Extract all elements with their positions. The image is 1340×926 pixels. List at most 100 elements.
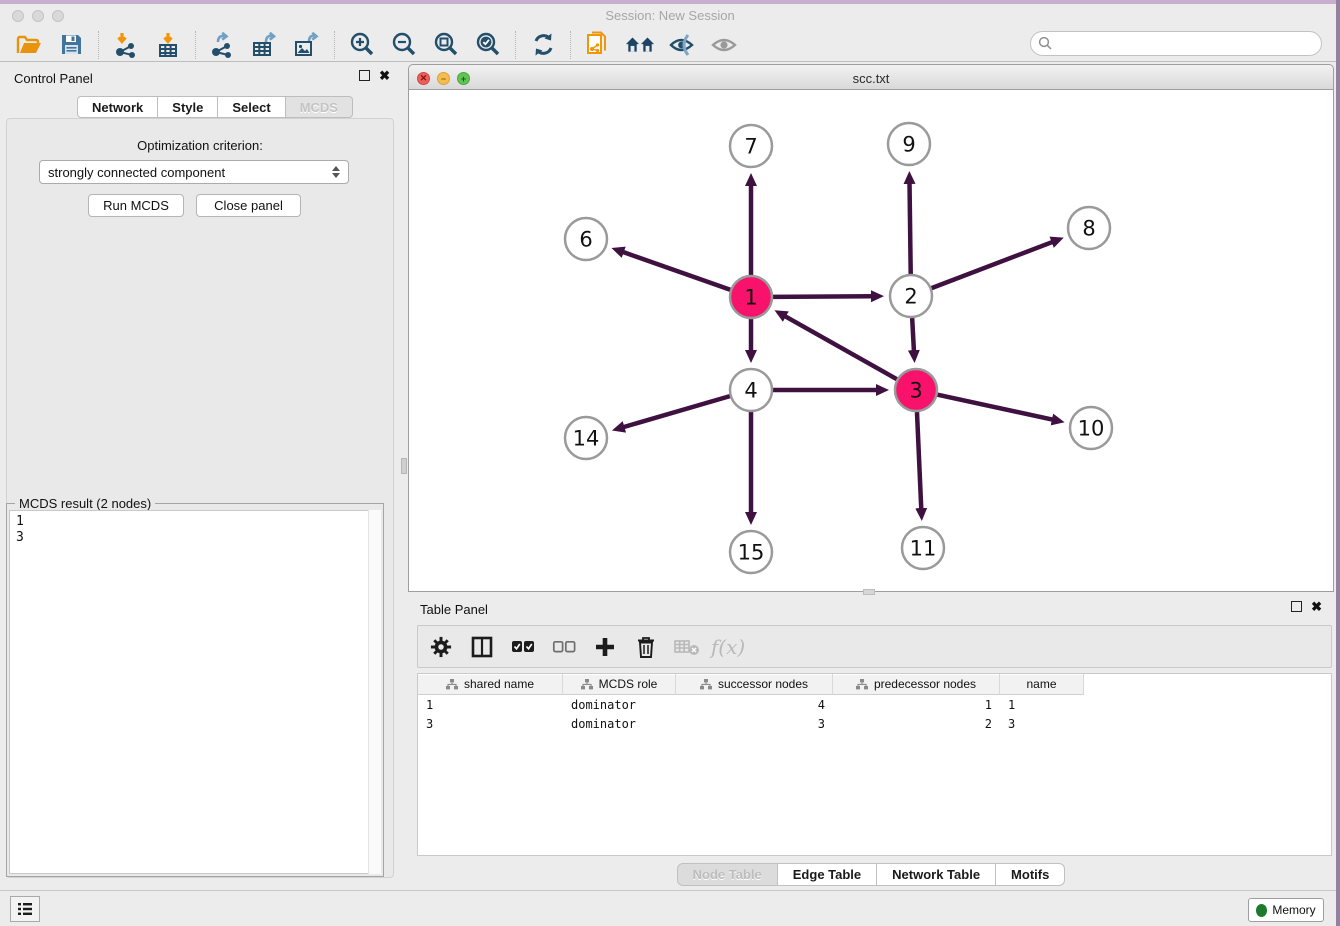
memory-status-icon xyxy=(1256,904,1267,917)
control-panel-tabs: Network Style Select MCDS xyxy=(77,96,353,118)
graph-edge-1-6[interactable] xyxy=(623,252,730,290)
graph-node-label-6: 6 xyxy=(579,227,592,251)
optimization-criterion-dropdown[interactable]: strongly connected component xyxy=(39,160,349,184)
table-cell[interactable]: 3 xyxy=(676,717,833,733)
graph-edge-2-3[interactable] xyxy=(912,318,914,351)
hide-selected-icon[interactable] xyxy=(667,31,697,59)
dropdown-stepper-icon xyxy=(332,166,340,178)
split-columns-icon[interactable] xyxy=(469,634,495,660)
tab-edge-table[interactable]: Edge Table xyxy=(778,863,877,886)
table-cell[interactable]: 1 xyxy=(833,698,1000,714)
save-icon[interactable] xyxy=(56,31,86,59)
deselect-all-checkboxes-icon[interactable] xyxy=(551,634,577,660)
zoom-fit-icon[interactable] xyxy=(431,31,461,59)
graph-node-label-2: 2 xyxy=(904,284,917,308)
graph-node-label-3: 3 xyxy=(909,378,922,402)
column-header-shared-name[interactable]: shared name xyxy=(418,674,563,695)
table-cell[interactable]: 2 xyxy=(833,717,1000,733)
graph-edge-1-2[interactable] xyxy=(773,296,872,297)
run-mcds-button[interactable]: Run MCDS xyxy=(88,194,184,217)
memory-button[interactable]: Memory xyxy=(1248,898,1324,922)
result-scrollbar[interactable] xyxy=(368,510,381,874)
table-cell[interactable]: 1 xyxy=(1000,698,1084,714)
toolbar-separator xyxy=(334,31,335,59)
table-tabs: Node Table Edge Table Network Table Moti… xyxy=(408,863,1334,886)
import-network-icon[interactable] xyxy=(111,31,141,59)
task-list-icon xyxy=(17,902,33,916)
column-header-successor-nodes[interactable]: successor nodes xyxy=(676,674,833,695)
table-toolbar: f(x) xyxy=(417,625,1332,668)
table-row[interactable]: 3dominator323 xyxy=(418,717,1331,733)
table-cell[interactable]: 1 xyxy=(418,698,563,714)
table-cell[interactable]: dominator xyxy=(563,717,676,733)
tab-node-table[interactable]: Node Table xyxy=(677,863,778,886)
float-panel-icon[interactable] xyxy=(359,70,370,81)
splitter-handle[interactable] xyxy=(401,458,407,474)
settings-gear-icon[interactable] xyxy=(428,634,454,660)
clone-network-icon[interactable] xyxy=(583,31,613,59)
show-all-icon[interactable] xyxy=(709,31,739,59)
apply-function-icon[interactable]: f(x) xyxy=(715,634,741,660)
tab-style[interactable]: Style xyxy=(158,96,218,118)
dropdown-value: strongly connected component xyxy=(48,165,225,180)
zoom-selected-icon[interactable] xyxy=(473,31,503,59)
network-window-titlebar[interactable]: ✕ − + scc.txt xyxy=(408,64,1334,90)
export-image-icon[interactable] xyxy=(292,31,322,59)
tab-motifs[interactable]: Motifs xyxy=(996,863,1065,886)
table-panel-title: Table Panel xyxy=(420,602,488,617)
close-panel-button[interactable]: Close panel xyxy=(196,194,301,217)
close-table-panel-icon[interactable]: ✖ xyxy=(1311,601,1322,612)
select-all-checkboxes-icon[interactable] xyxy=(510,634,536,660)
window-right-edge xyxy=(1336,0,1340,926)
vertical-splitter[interactable] xyxy=(400,62,408,890)
table-cell[interactable]: 3 xyxy=(418,717,563,733)
task-history-button[interactable] xyxy=(10,896,40,922)
graph-edge-2-9[interactable] xyxy=(910,183,911,274)
graph-edge-3-10[interactable] xyxy=(937,395,1052,420)
graph-node-label-1: 1 xyxy=(744,285,757,309)
network-canvas[interactable]: 7968124314101511 xyxy=(408,90,1334,592)
column-header-predecessor-nodes[interactable]: predecessor nodes xyxy=(833,674,1000,695)
table-row[interactable]: 1dominator411 xyxy=(418,698,1331,714)
export-table-icon[interactable] xyxy=(250,31,280,59)
table-cell[interactable]: 3 xyxy=(1000,717,1084,733)
zoom-in-icon[interactable] xyxy=(347,31,377,59)
float-table-panel-icon[interactable] xyxy=(1291,601,1302,612)
tab-select[interactable]: Select xyxy=(218,96,285,118)
graph-edge-2-8[interactable] xyxy=(932,242,1053,288)
table-cell[interactable]: 4 xyxy=(676,698,833,714)
graph-edge-3-11[interactable] xyxy=(917,412,921,509)
tab-network-table[interactable]: Network Table xyxy=(877,863,996,886)
graph-edge-4-14[interactable] xyxy=(623,396,729,427)
export-network-icon[interactable] xyxy=(208,31,238,59)
mcds-result-text[interactable]: 1 3 xyxy=(9,510,381,874)
graph-node-label-7: 7 xyxy=(744,134,757,158)
graph-edge-3-1[interactable] xyxy=(785,316,897,379)
table-cell[interactable]: dominator xyxy=(563,698,676,714)
toolbar-separator xyxy=(515,31,516,59)
graph-node-label-14: 14 xyxy=(573,426,600,450)
zoom-out-icon[interactable] xyxy=(389,31,419,59)
refresh-icon[interactable] xyxy=(528,31,558,59)
table-header-row: shared nameMCDS rolesuccessor nodesprede… xyxy=(418,674,1331,695)
network-window-title: scc.txt xyxy=(409,71,1333,86)
graph-node-label-8: 8 xyxy=(1082,216,1095,240)
graph-node-label-9: 9 xyxy=(902,132,915,156)
node-table[interactable]: shared nameMCDS rolesuccessor nodesprede… xyxy=(417,673,1332,856)
close-panel-icon[interactable]: ✖ xyxy=(379,70,390,81)
column-header-MCDS-role[interactable]: MCDS role xyxy=(563,674,676,695)
search-input[interactable] xyxy=(1053,37,1321,51)
add-column-icon[interactable] xyxy=(592,634,618,660)
delete-column-icon[interactable] xyxy=(633,634,659,660)
column-header-name[interactable]: name xyxy=(1000,674,1084,695)
import-table-icon[interactable] xyxy=(153,31,183,59)
network-graph[interactable]: 7968124314101511 xyxy=(409,90,1333,590)
graph-node-label-4: 4 xyxy=(744,378,757,402)
control-panel-title: Control Panel xyxy=(14,71,93,86)
tab-network[interactable]: Network xyxy=(77,96,158,118)
first-neighbors-icon[interactable] xyxy=(625,31,655,59)
open-folder-icon[interactable] xyxy=(14,31,44,59)
tab-mcds[interactable]: MCDS xyxy=(286,96,353,118)
delete-table-icon[interactable] xyxy=(674,634,700,660)
search-box[interactable] xyxy=(1030,31,1322,56)
